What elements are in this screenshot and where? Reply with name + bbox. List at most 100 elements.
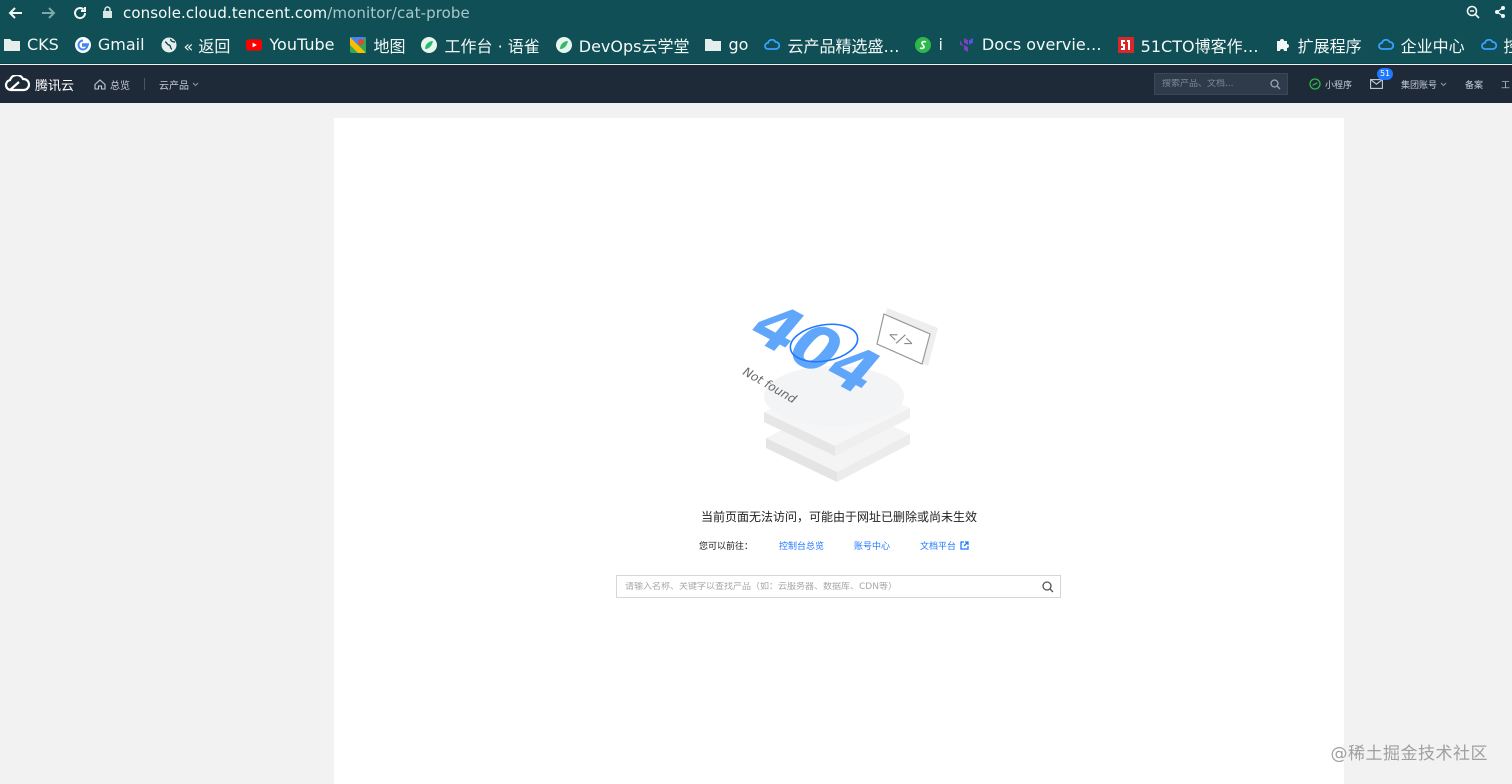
tools-label: 工 (1500, 80, 1510, 91)
nav-overview-label: 总览 (110, 80, 130, 92)
bookmark-label: 工作台 · 语雀 (444, 36, 540, 56)
bookmark-cks[interactable]: CKS (4, 26, 59, 64)
browser-url-bar: console.cloud.tencent.com/monitor/cat-pr… (0, 0, 1512, 26)
console-header: 腾讯云 总览 云产品 小程序 51 集团账号 备案 工 (0, 65, 1512, 103)
nav-products-label: 云产品 (159, 80, 189, 92)
link-console-overview[interactable]: 控制台总览 (779, 539, 824, 552)
url-host: console.cloud.tencent.com (123, 4, 328, 22)
chevron-down-icon (192, 82, 199, 86)
bookmark-back[interactable]: « 返回 (161, 26, 231, 64)
mail-badge: 51 (1376, 68, 1394, 80)
tencent-cloud-logo-icon (4, 75, 30, 92)
product-search-input[interactable] (625, 581, 1025, 592)
product-search[interactable] (616, 575, 1061, 598)
search-icon[interactable] (1270, 78, 1281, 90)
bookmark-label: Docs overvie… (981, 35, 1102, 54)
link-account-center[interactable]: 账号中心 (854, 539, 890, 552)
bookmark-label: 企业中心 (1400, 36, 1465, 56)
chevron-down-icon (1440, 82, 1447, 86)
maps-icon (350, 36, 367, 53)
mail-icon (1370, 79, 1383, 89)
brand-name: 腾讯云 (35, 78, 75, 94)
url-path: /monitor/cat-probe (327, 4, 470, 22)
messages-button[interactable]: 51 (1361, 65, 1394, 103)
tencent-cloud-icon (764, 37, 781, 53)
share-icon[interactable] (1494, 4, 1506, 23)
youtube-icon (246, 37, 263, 53)
bookmark-51cto[interactable]: 51CTO博客作… (1117, 26, 1259, 64)
bookmarks-bar: CKS Gmail « 返回 YouTube 地图 工作台 · 语雀 DevOp… (0, 26, 1512, 64)
lock-icon (102, 4, 113, 23)
yuque-icon (421, 36, 438, 53)
brand-logo[interactable]: 腾讯云 (0, 65, 84, 103)
bookmark-gmail[interactable]: Gmail (74, 26, 145, 64)
error-message: 当前页面无法访问，可能由于网址已删除或尚未生效 (700, 510, 977, 524)
terraform-icon (959, 37, 975, 53)
watermark-text: @稀土掘金技术社区 (1330, 744, 1488, 764)
51cto-icon (1117, 36, 1134, 53)
not-found-illustration: 404 Not found </> (735, 306, 938, 482)
reload-button[interactable] (64, 0, 96, 26)
not-found-card: 404 Not found </> 当前页面无法访问，可能由于网址已删除或尚未生… (334, 118, 1344, 784)
bookmark-label: CKS (27, 35, 59, 54)
group-account-label: 集团账号 (1400, 80, 1437, 91)
bookmark-label: 地图 (373, 36, 406, 56)
bookmark-label: i (938, 35, 943, 54)
address-bar[interactable]: console.cloud.tencent.com/monitor/cat-pr… (123, 4, 470, 22)
tencent-cloud-icon (1480, 37, 1497, 53)
record-label: 备案 (1464, 80, 1483, 91)
zoom-icon[interactable] (1466, 4, 1480, 23)
tencent-cloud-icon (1377, 37, 1394, 53)
bookmark-label: « 返回 (183, 36, 231, 56)
bookmark-yuque[interactable]: 工作台 · 语雀 (421, 26, 540, 64)
search-icon[interactable] (1042, 580, 1054, 593)
bookmark-label: 51CTO博客作… (1140, 36, 1259, 56)
bookmark-docs[interactable]: Docs overvie… (959, 26, 1102, 64)
bookmark-extensions[interactable]: 扩展程序 (1275, 26, 1362, 64)
header-search[interactable] (1153, 73, 1288, 95)
reload-icon (74, 7, 87, 20)
link-doc-platform-label: 文档平台 (920, 542, 957, 552)
group-account-menu[interactable]: 集团账号 (1392, 65, 1456, 103)
link-doc-platform[interactable]: 文档平台 (920, 539, 969, 552)
bookmark-label: 云产品精选盛… (787, 36, 900, 56)
puzzle-icon (1275, 37, 1291, 53)
bookmark-maps[interactable]: 地图 (350, 26, 405, 64)
s-icon (915, 36, 932, 53)
bookmark-label: 扩展程序 (1297, 36, 1362, 56)
nav-products[interactable]: 云产品 (149, 65, 209, 103)
bookmark-cloud-products[interactable]: 云产品精选盛… (764, 26, 899, 64)
tools-link[interactable]: 工 (1492, 65, 1512, 103)
home-icon (94, 78, 106, 90)
arrow-left-icon (8, 7, 22, 19)
bookmark-i[interactable]: i (915, 26, 943, 64)
folder-icon (705, 37, 722, 53)
mini-program-label: 小程序 (1324, 80, 1352, 91)
google-icon (74, 36, 91, 53)
bookmark-label: YouTube (269, 35, 335, 54)
quick-links-label: 您可以前往： (699, 542, 754, 552)
forward-button[interactable] (32, 0, 64, 26)
bookmark-go[interactable]: go (705, 26, 748, 64)
nav-divider (144, 78, 145, 90)
bookmark-label: DevOps云学堂 (578, 36, 690, 56)
quick-links: 您可以前往： 控制台总览 账号中心 文档平台 (699, 539, 999, 552)
header-search-input[interactable] (1161, 79, 1262, 89)
mini-program-icon (1309, 78, 1321, 90)
bookmark-label: 控制台 (1503, 36, 1512, 56)
bookmark-label: Gmail (97, 35, 145, 54)
globe-icon (161, 37, 177, 53)
record-link[interactable]: 备案 (1456, 65, 1492, 103)
mini-program-link[interactable]: 小程序 (1300, 65, 1361, 103)
external-link-icon (960, 541, 969, 550)
devops-icon (555, 36, 572, 53)
bookmark-youtube[interactable]: YouTube (246, 26, 334, 64)
back-button[interactable] (0, 0, 32, 26)
folder-icon (4, 37, 20, 53)
bookmark-label: go (728, 35, 749, 54)
bookmark-console[interactable]: 控制台 (1480, 26, 1512, 64)
bookmark-enterprise[interactable]: 企业中心 (1377, 26, 1465, 64)
arrow-right-icon (42, 7, 56, 19)
bookmark-devops[interactable]: DevOps云学堂 (555, 26, 690, 64)
nav-overview[interactable]: 总览 (84, 65, 140, 103)
